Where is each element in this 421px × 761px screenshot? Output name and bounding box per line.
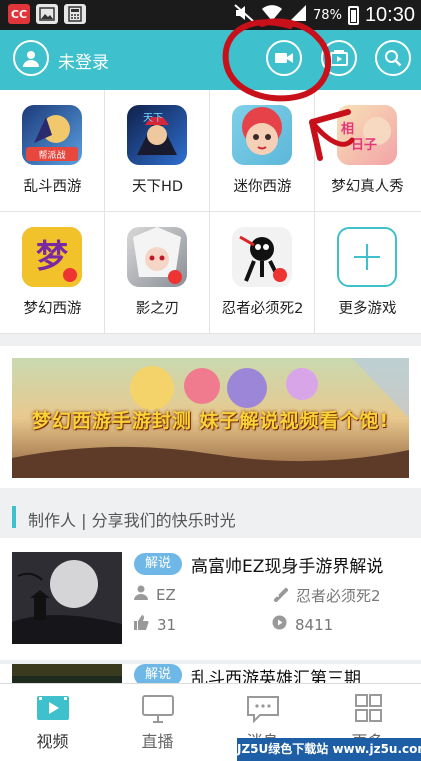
cc-app-icon: CC: [8, 4, 30, 24]
battery-percentage: 78%: [313, 7, 342, 23]
signal-icon: [289, 4, 307, 26]
top-header: 未登录: [0, 30, 421, 90]
section-accent-bar: [12, 506, 16, 528]
game-item[interactable]: 相日子 梦幻真人秀: [315, 90, 421, 212]
game-item[interactable]: 迷你西游: [210, 90, 315, 212]
game-label: 天下HD: [131, 179, 184, 195]
more-grid-icon: [351, 694, 385, 724]
app-screen: CC 78% 10:30 未登录 帮派战 乱斗西游 天下 天下HD 迷你西游 相…: [0, 0, 421, 761]
game-icon: [127, 227, 187, 287]
game-item[interactable]: 天下 天下HD: [105, 90, 210, 212]
svg-text:天下: 天下: [143, 113, 163, 124]
more-games-item[interactable]: 更多游戏: [315, 212, 421, 334]
video-plays: 8411: [272, 615, 333, 634]
video-list-item[interactable]: 解说 高富帅EZ现身手游界解说 EZ 忍者必须死2 31 8411: [0, 538, 421, 664]
video-thumbnail: [12, 552, 122, 644]
banner-caption: 梦幻西游手游封测 妹子解说视频看个饱!: [31, 410, 390, 432]
promo-banner[interactable]: 梦幻西游手游封测 妹子解说视频看个饱!: [12, 358, 409, 478]
game-label: 更多游戏: [338, 301, 397, 317]
battery-icon: [347, 5, 359, 25]
game-label: 乱斗西游: [23, 179, 82, 195]
category-tag: 解说: [134, 553, 182, 575]
likes-count: 31: [157, 615, 177, 634]
game-item[interactable]: 忍者必须死2: [210, 212, 315, 334]
play-circle-icon: [272, 615, 287, 634]
game-item[interactable]: 影之刃: [105, 212, 210, 334]
plays-count: 8411: [295, 615, 334, 634]
nav-video-tab[interactable]: 视频: [0, 684, 105, 761]
mute-icon: [233, 3, 255, 27]
thumb-up-icon: [134, 615, 149, 634]
game-name: 忍者必须死2: [296, 587, 381, 605]
calculator-icon: [64, 4, 86, 24]
video-author: EZ: [134, 585, 176, 604]
search-icon[interactable]: [375, 40, 411, 76]
clock: 10:30: [364, 3, 415, 26]
image-icon: [36, 4, 58, 24]
nav-label: 直播: [141, 732, 174, 751]
game-item[interactable]: 梦 梦幻西游: [0, 212, 105, 334]
svg-text:相: 相: [341, 121, 354, 137]
plus-icon: [337, 227, 397, 287]
game-controller-icon: [272, 586, 288, 606]
message-icon: [246, 694, 280, 724]
games-grid: 帮派战 乱斗西游 天下 天下HD 迷你西游 相日子 梦幻真人秀 梦 梦幻西游 影…: [0, 90, 421, 334]
game-label: 梦幻西游: [23, 301, 82, 317]
nav-label: 视频: [36, 732, 69, 751]
game-icon: 天下: [127, 105, 187, 165]
game-label: 迷你西游: [233, 179, 292, 195]
video-list: 解说 高富帅EZ现身手游界解说 EZ 忍者必须死2 31 8411 解说 乱斗西…: [0, 538, 421, 756]
video-title: 高富帅EZ现身手游界解说: [191, 557, 384, 577]
game-label: 忍者必须死2: [221, 301, 304, 317]
game-item[interactable]: 帮派战 乱斗西游: [0, 90, 105, 212]
live-tv-icon: [141, 694, 175, 724]
game-icon: 梦: [22, 227, 82, 287]
user-avatar-icon[interactable]: [13, 40, 49, 76]
wifi-icon: [261, 4, 283, 26]
video-play-icon: [36, 694, 70, 724]
svg-text:梦: 梦: [36, 237, 68, 275]
status-bar: CC 78% 10:30: [0, 0, 421, 30]
tv-icon[interactable]: [321, 40, 357, 76]
author-name: EZ: [156, 585, 176, 604]
video-likes: 31: [134, 615, 176, 634]
video-camera-icon[interactable]: [266, 40, 302, 76]
site-watermark: JZ5U绿色下载站 www.jz5u.com: [237, 738, 421, 761]
game-label: 梦幻真人秀: [331, 179, 404, 195]
section-title: 制作人 | 分享我们的快乐时光: [28, 511, 236, 530]
game-label: 影之刃: [135, 301, 180, 317]
svg-text:日子: 日子: [351, 138, 377, 153]
game-icon: 相日子: [337, 105, 397, 165]
promo-banner-wrapper: 梦幻西游手游封测 妹子解说视频看个饱!: [0, 346, 421, 488]
person-icon: [134, 585, 148, 604]
video-game: 忍者必须死2: [272, 585, 381, 606]
game-icon: [232, 105, 292, 165]
login-status[interactable]: 未登录: [58, 48, 109, 73]
svg-text:帮派战: 帮派战: [38, 149, 65, 161]
game-icon: 帮派战: [22, 105, 82, 165]
game-icon: [232, 227, 292, 287]
section-header: 制作人 | 分享我们的快乐时光: [0, 496, 421, 538]
nav-live-tab[interactable]: 直播: [105, 684, 210, 761]
